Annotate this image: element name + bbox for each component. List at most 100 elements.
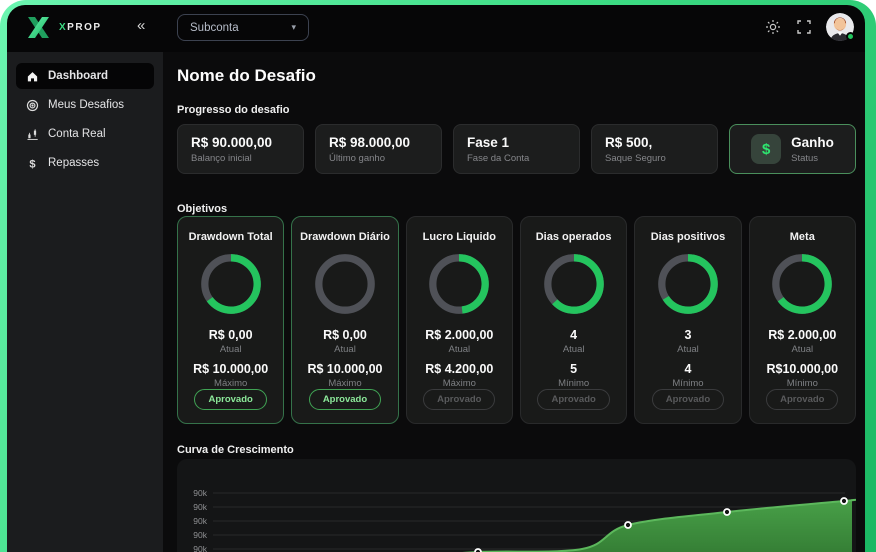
objective-card-meta: Meta R$ 2.000,00 Atual R$10.000,00 Mínim… [748, 216, 856, 424]
objective-title: Lucro Liquido [422, 231, 496, 243]
current-label: Atual [562, 344, 585, 355]
growth-area-chart: 90k90k90k90k90k90k [193, 488, 856, 552]
current-value: R$ 0,00 [208, 328, 253, 342]
svg-text:90k: 90k [193, 544, 207, 552]
progress-donut [772, 254, 833, 314]
limit-label: Mínimo [558, 378, 590, 389]
growth-chart-panel: 90k90k90k90k90k90k [177, 459, 856, 552]
stat-label: Fase da Conta [467, 152, 530, 164]
current-value: R$ 2.000,00 [425, 328, 494, 342]
progress-donut [429, 254, 490, 314]
progress-section-label: Progresso do desafio [177, 104, 290, 116]
progress-cards-row: R$ 90.000,00 Balanço inicial R$ 98.000,0… [177, 124, 856, 174]
objective-card-drawdown-total: Drawdown Total R$ 0,00 Atual R$ 10.000,0… [177, 216, 285, 424]
avatar[interactable] [826, 13, 855, 41]
current-value: R$ 2.000,00 [768, 328, 837, 342]
progress-donut [658, 254, 718, 314]
sidebar-item-label: Conta Real [48, 128, 106, 140]
limit-label: Máximo [442, 378, 476, 389]
objective-cards-row: Drawdown Total R$ 0,00 Atual R$ 10.000,0… [177, 216, 856, 424]
svg-text:90k: 90k [193, 530, 207, 540]
current-label: Atual [219, 344, 242, 355]
stat-value: R$ 90.000,00 [191, 134, 273, 150]
sidebar-item-label: Repasses [48, 157, 100, 169]
svg-text:90k: 90k [193, 516, 207, 526]
sidebar: Dashboard Meus Desafios Conta Real $ Rep… [7, 52, 163, 552]
stat-card-saque-seguro: R$ 500, Saque Seguro [591, 124, 718, 174]
stat-label: Status [791, 152, 819, 164]
limit-value: R$ 4.200,00 [425, 362, 494, 376]
sidebar-collapse-icon[interactable]: « [137, 17, 145, 34]
limit-label: Máximo [214, 378, 248, 389]
objective-card-dias-operados: Dias operados 4 Atual 5 Mínimo Aprovado [519, 216, 628, 424]
objective-title: Drawdown Diário [300, 231, 390, 243]
stat-card-fase: Fase 1 Fase da Conta [453, 124, 580, 174]
status-badge: Aprovado [194, 389, 267, 410]
sidebar-item-label: Dashboard [48, 70, 109, 82]
progress-donut [315, 254, 375, 314]
objective-title: Dias positivos [650, 231, 726, 243]
sidebar-item-dashboard[interactable]: Dashboard [16, 63, 154, 89]
current-label: Atual [334, 344, 356, 355]
objective-card-drawdown-diario: Drawdown Diário R$ 0,00 Atual R$ 10.000,… [291, 216, 399, 424]
objective-title: Drawdown Total [188, 231, 273, 243]
limit-value: R$ 10.000,00 [307, 362, 383, 376]
stat-card-ultimo-ganho: R$ 98.000,00 Último ganho [315, 124, 442, 174]
fullscreen-icon[interactable] [795, 18, 813, 36]
stat-value: R$ 500, [605, 134, 653, 150]
limit-value: 5 [570, 362, 578, 376]
current-label: Atual [677, 344, 699, 355]
objective-card-dias-positivos: Dias positivos 3 Atual 4 Mínimo Aprovado [634, 216, 742, 424]
stat-value: Fase 1 [467, 134, 510, 150]
limit-label: Mínimo [786, 378, 818, 389]
chart-data-point [624, 521, 632, 529]
app-window: XPROP « Subconta ▾ Dashboard Meus Desafi… [7, 5, 865, 552]
stat-label: Balanço inicial [191, 152, 252, 164]
status-badge: Aprovado [651, 389, 725, 410]
sidebar-item-repasses[interactable]: $ Repasses [16, 150, 154, 176]
status-badge: Aprovado [423, 389, 496, 410]
limit-value: R$ 10.000,00 [193, 362, 269, 376]
stat-value: R$ 98.000,00 [329, 134, 411, 150]
growth-section-label: Curva de Crescimento [177, 444, 294, 456]
svg-text:90k: 90k [193, 488, 207, 498]
current-label: Atual [791, 344, 814, 355]
subaccount-select[interactable]: Subconta ▾ [177, 14, 309, 41]
sidebar-item-conta-real[interactable]: Conta Real [16, 121, 154, 147]
chart-data-point [840, 497, 848, 505]
stat-value: Ganho [791, 134, 834, 150]
objective-title: Meta [789, 231, 815, 243]
limit-value: R$10.000,00 [766, 362, 839, 376]
page-title: Nome do Desafio [177, 66, 316, 85]
chevron-down-icon: ▾ [291, 22, 296, 32]
online-status-dot [846, 32, 855, 41]
svg-text:$: $ [29, 158, 36, 169]
limit-label: Mínimo [672, 378, 704, 389]
sidebar-item-label: Meus Desafios [48, 99, 125, 111]
status-badge: Aprovado [308, 389, 382, 410]
topbar: XPROP « Subconta ▾ [7, 5, 865, 52]
xprop-logo-icon [28, 17, 49, 38]
dollar-icon: $ [25, 157, 39, 169]
current-value: 4 [570, 328, 578, 342]
main-content: Nome do Desafio Progresso do desafio R$ … [163, 52, 865, 552]
progress-donut [543, 254, 604, 314]
status-badge: Aprovado [537, 389, 610, 410]
subaccount-select-value: Subconta [190, 21, 239, 34]
status-badge: Aprovado [766, 389, 839, 410]
current-value: 3 [684, 328, 692, 342]
limit-label: Máximo [328, 378, 362, 389]
brand-name: XPROP [59, 22, 102, 33]
current-label: Atual [448, 344, 471, 355]
theme-toggle-sun-icon[interactable] [764, 18, 782, 36]
svg-text:90k: 90k [193, 502, 207, 512]
chart-data-point [723, 508, 731, 516]
target-icon [25, 99, 39, 112]
stat-card-status: $ Ganho Status [729, 124, 856, 174]
chart-series [461, 497, 856, 552]
stat-card-balanco-inicial: R$ 90.000,00 Balanço inicial [177, 124, 304, 174]
sidebar-item-meus-desafios[interactable]: Meus Desafios [16, 92, 154, 118]
objective-card-lucro-liquido: Lucro Liquido R$ 2.000,00 Atual R$ 4.200… [405, 216, 513, 424]
current-value: R$ 0,00 [323, 328, 367, 342]
stat-label: Saque Seguro [605, 152, 666, 164]
